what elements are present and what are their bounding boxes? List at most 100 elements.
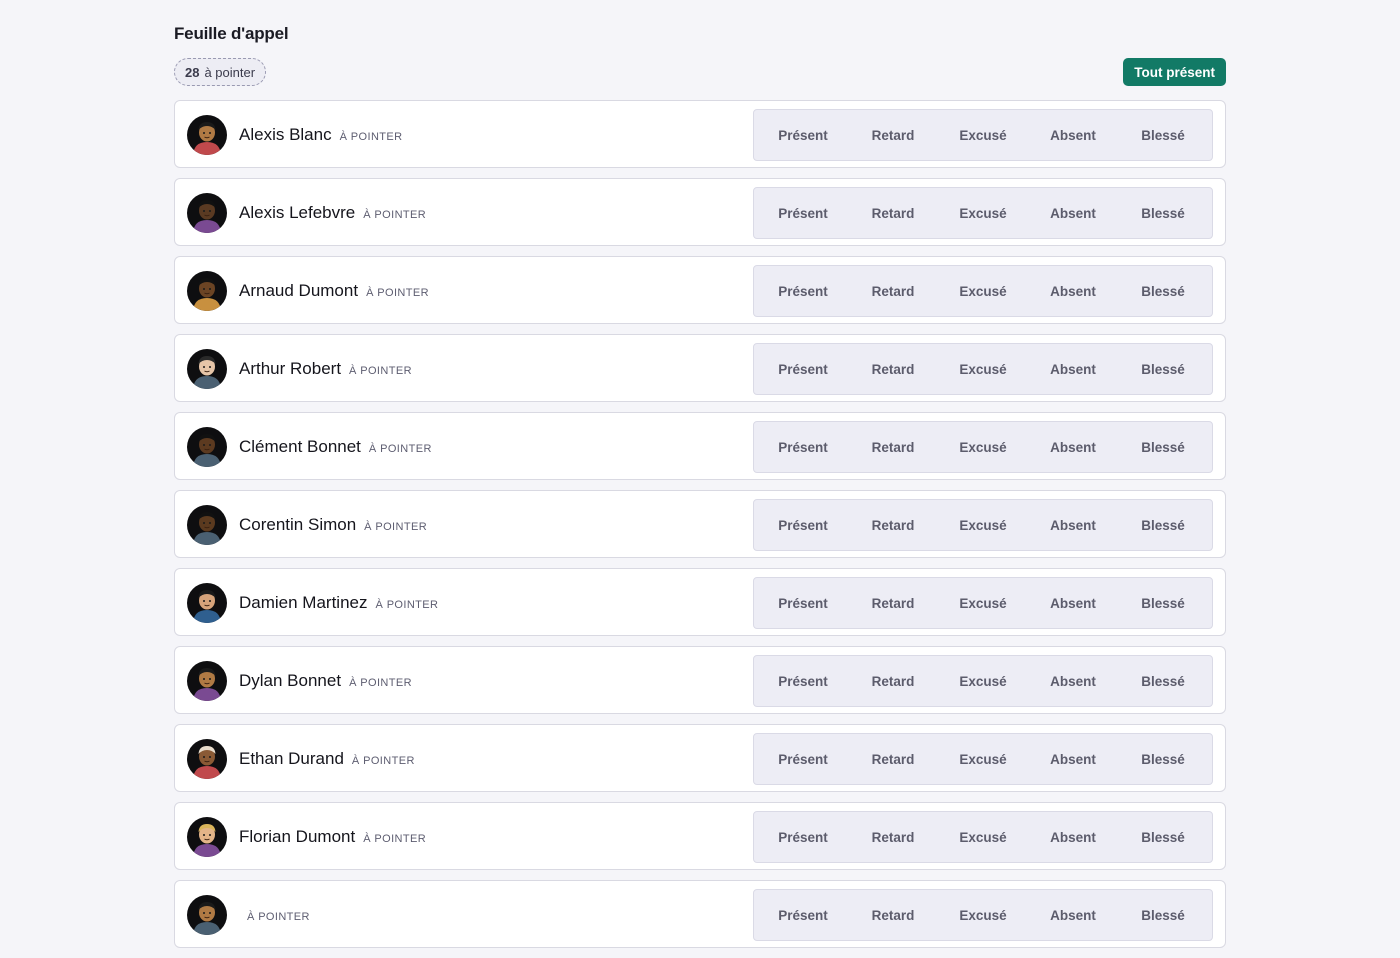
- status-option[interactable]: Présent: [768, 362, 838, 377]
- status-option[interactable]: Retard: [858, 128, 928, 143]
- player-name-group: Dylan Bonnet À POINTER: [239, 647, 412, 715]
- player-name-group: Corentin Simon À POINTER: [239, 491, 427, 559]
- player-name: Clément Bonnet: [239, 437, 361, 456]
- player-name: Arthur Robert: [239, 359, 342, 378]
- status-option[interactable]: Absent: [1038, 440, 1108, 455]
- status-option[interactable]: Blessé: [1128, 752, 1198, 767]
- status-option[interactable]: Absent: [1038, 752, 1108, 767]
- status-option[interactable]: Présent: [768, 128, 838, 143]
- status-option[interactable]: Présent: [768, 752, 838, 767]
- status-option[interactable]: Retard: [858, 206, 928, 221]
- status-option[interactable]: Excusé: [948, 596, 1018, 611]
- status-option[interactable]: Excusé: [948, 440, 1018, 455]
- pending-count-label: à pointer: [204, 64, 256, 80]
- pending-count-badge: 28 à pointer: [174, 58, 267, 86]
- status-option[interactable]: Blessé: [1128, 596, 1198, 611]
- status-option[interactable]: Excusé: [948, 674, 1018, 689]
- status-selector: Présent Retard Excusé Absent Blessé: [753, 343, 1213, 395]
- pending-tag: À POINTER: [247, 910, 310, 923]
- player-name: Dylan Bonnet: [239, 671, 342, 690]
- player-name-group: Arnaud Dumont À POINTER: [239, 257, 429, 325]
- status-option[interactable]: Retard: [858, 596, 928, 611]
- status-option[interactable]: Présent: [768, 518, 838, 533]
- player-name-group: Alexis Lefebvre À POINTER: [239, 179, 426, 247]
- pending-tag: À POINTER: [368, 442, 432, 455]
- player-avatar: [187, 583, 227, 623]
- status-option[interactable]: Retard: [858, 440, 928, 455]
- status-option[interactable]: Retard: [858, 674, 928, 689]
- status-option[interactable]: Présent: [768, 596, 838, 611]
- status-option[interactable]: Retard: [858, 830, 928, 845]
- status-option[interactable]: Absent: [1038, 518, 1108, 533]
- status-option[interactable]: Retard: [858, 518, 928, 533]
- player-row: Clément Bonnet À POINTER Présent Retard Excu…: [174, 412, 1226, 480]
- player-avatar: [187, 739, 227, 779]
- pending-tag: À POINTER: [375, 598, 439, 611]
- status-option[interactable]: Blessé: [1128, 908, 1198, 923]
- status-option[interactable]: Blessé: [1128, 518, 1198, 533]
- status-option[interactable]: Excusé: [948, 284, 1018, 299]
- status-option[interactable]: Présent: [768, 908, 838, 923]
- status-option[interactable]: Blessé: [1128, 128, 1198, 143]
- status-option[interactable]: Excusé: [948, 128, 1018, 143]
- status-selector: Présent Retard Excusé Absent Blessé: [753, 499, 1213, 551]
- status-option[interactable]: Absent: [1038, 830, 1108, 845]
- status-option[interactable]: Blessé: [1128, 830, 1198, 845]
- pending-tag: À POINTER: [349, 676, 412, 689]
- player-name: Corentin Simon: [239, 515, 357, 534]
- player-name-group: Florian Dumont À POINTER: [239, 803, 426, 871]
- player-avatar: [187, 193, 227, 233]
- player-name-group: Alexis Blanc À POINTER: [239, 101, 403, 169]
- status-option[interactable]: Retard: [858, 908, 928, 923]
- status-option[interactable]: Présent: [768, 284, 838, 299]
- status-option[interactable]: Excusé: [948, 908, 1018, 923]
- status-option[interactable]: Absent: [1038, 128, 1108, 143]
- status-option[interactable]: Retard: [858, 752, 928, 767]
- pending-tag: À POINTER: [349, 364, 412, 377]
- status-option[interactable]: Présent: [768, 440, 838, 455]
- player-name: Alexis Lefebvre: [239, 203, 356, 222]
- status-selector: Présent Retard Excusé Absent Blessé: [753, 733, 1213, 785]
- player-name-group: Clément Bonnet À POINTER: [239, 413, 432, 481]
- status-option[interactable]: Excusé: [948, 752, 1018, 767]
- status-option[interactable]: Blessé: [1128, 440, 1198, 455]
- status-option[interactable]: Absent: [1038, 284, 1108, 299]
- status-option[interactable]: Retard: [858, 284, 928, 299]
- status-option[interactable]: Excusé: [948, 362, 1018, 377]
- player-avatar: [187, 505, 227, 545]
- status-option[interactable]: Blessé: [1128, 206, 1198, 221]
- status-option[interactable]: Présent: [768, 674, 838, 689]
- status-option[interactable]: Blessé: [1128, 674, 1198, 689]
- status-selector: Présent Retard Excusé Absent Blessé: [753, 577, 1213, 629]
- status-option[interactable]: Excusé: [948, 206, 1018, 221]
- player-avatar: [187, 349, 227, 389]
- status-option[interactable]: Blessé: [1128, 284, 1198, 299]
- player-row: Florian Dumont À POINTER Présent Retard Excu…: [174, 802, 1226, 870]
- status-option[interactable]: Absent: [1038, 674, 1108, 689]
- status-option[interactable]: Excusé: [948, 518, 1018, 533]
- player-name: Arnaud Dumont: [239, 281, 359, 300]
- status-option[interactable]: Absent: [1038, 908, 1108, 923]
- player-row: Arnaud Dumont À POINTER Présent Retard Excus…: [174, 256, 1226, 324]
- player-row: Arthur Robert À POINTER Présent Retard Excus…: [174, 334, 1226, 402]
- player-row: Corentin Simon À POINTER Présent Retard Excu…: [174, 490, 1226, 558]
- player-avatar: [187, 895, 227, 935]
- player-avatar: [187, 817, 227, 857]
- player-avatar: [187, 427, 227, 467]
- player-avatar: [187, 661, 227, 701]
- player-row: Dylan Bonnet À POINTER Présent Retard Excusé…: [174, 646, 1226, 714]
- status-option[interactable]: Absent: [1038, 362, 1108, 377]
- mark-all-present-button[interactable]: Tout présent: [1123, 58, 1226, 86]
- status-option[interactable]: Présent: [768, 206, 838, 221]
- status-option[interactable]: Absent: [1038, 596, 1108, 611]
- player-name-group: Damien Martinez À POINTER: [239, 569, 438, 637]
- player-avatar: [187, 115, 227, 155]
- status-option[interactable]: Excusé: [948, 830, 1018, 845]
- player-name-group: À POINTER: [239, 881, 310, 949]
- status-option[interactable]: Présent: [768, 830, 838, 845]
- player-row: À POINTER Présent Retard Excusé Absent Blessé: [174, 880, 1226, 948]
- status-option[interactable]: Blessé: [1128, 362, 1198, 377]
- player-row: Damien Martinez À POINTER Présent Retard Exc…: [174, 568, 1226, 636]
- status-option[interactable]: Retard: [858, 362, 928, 377]
- status-option[interactable]: Absent: [1038, 206, 1108, 221]
